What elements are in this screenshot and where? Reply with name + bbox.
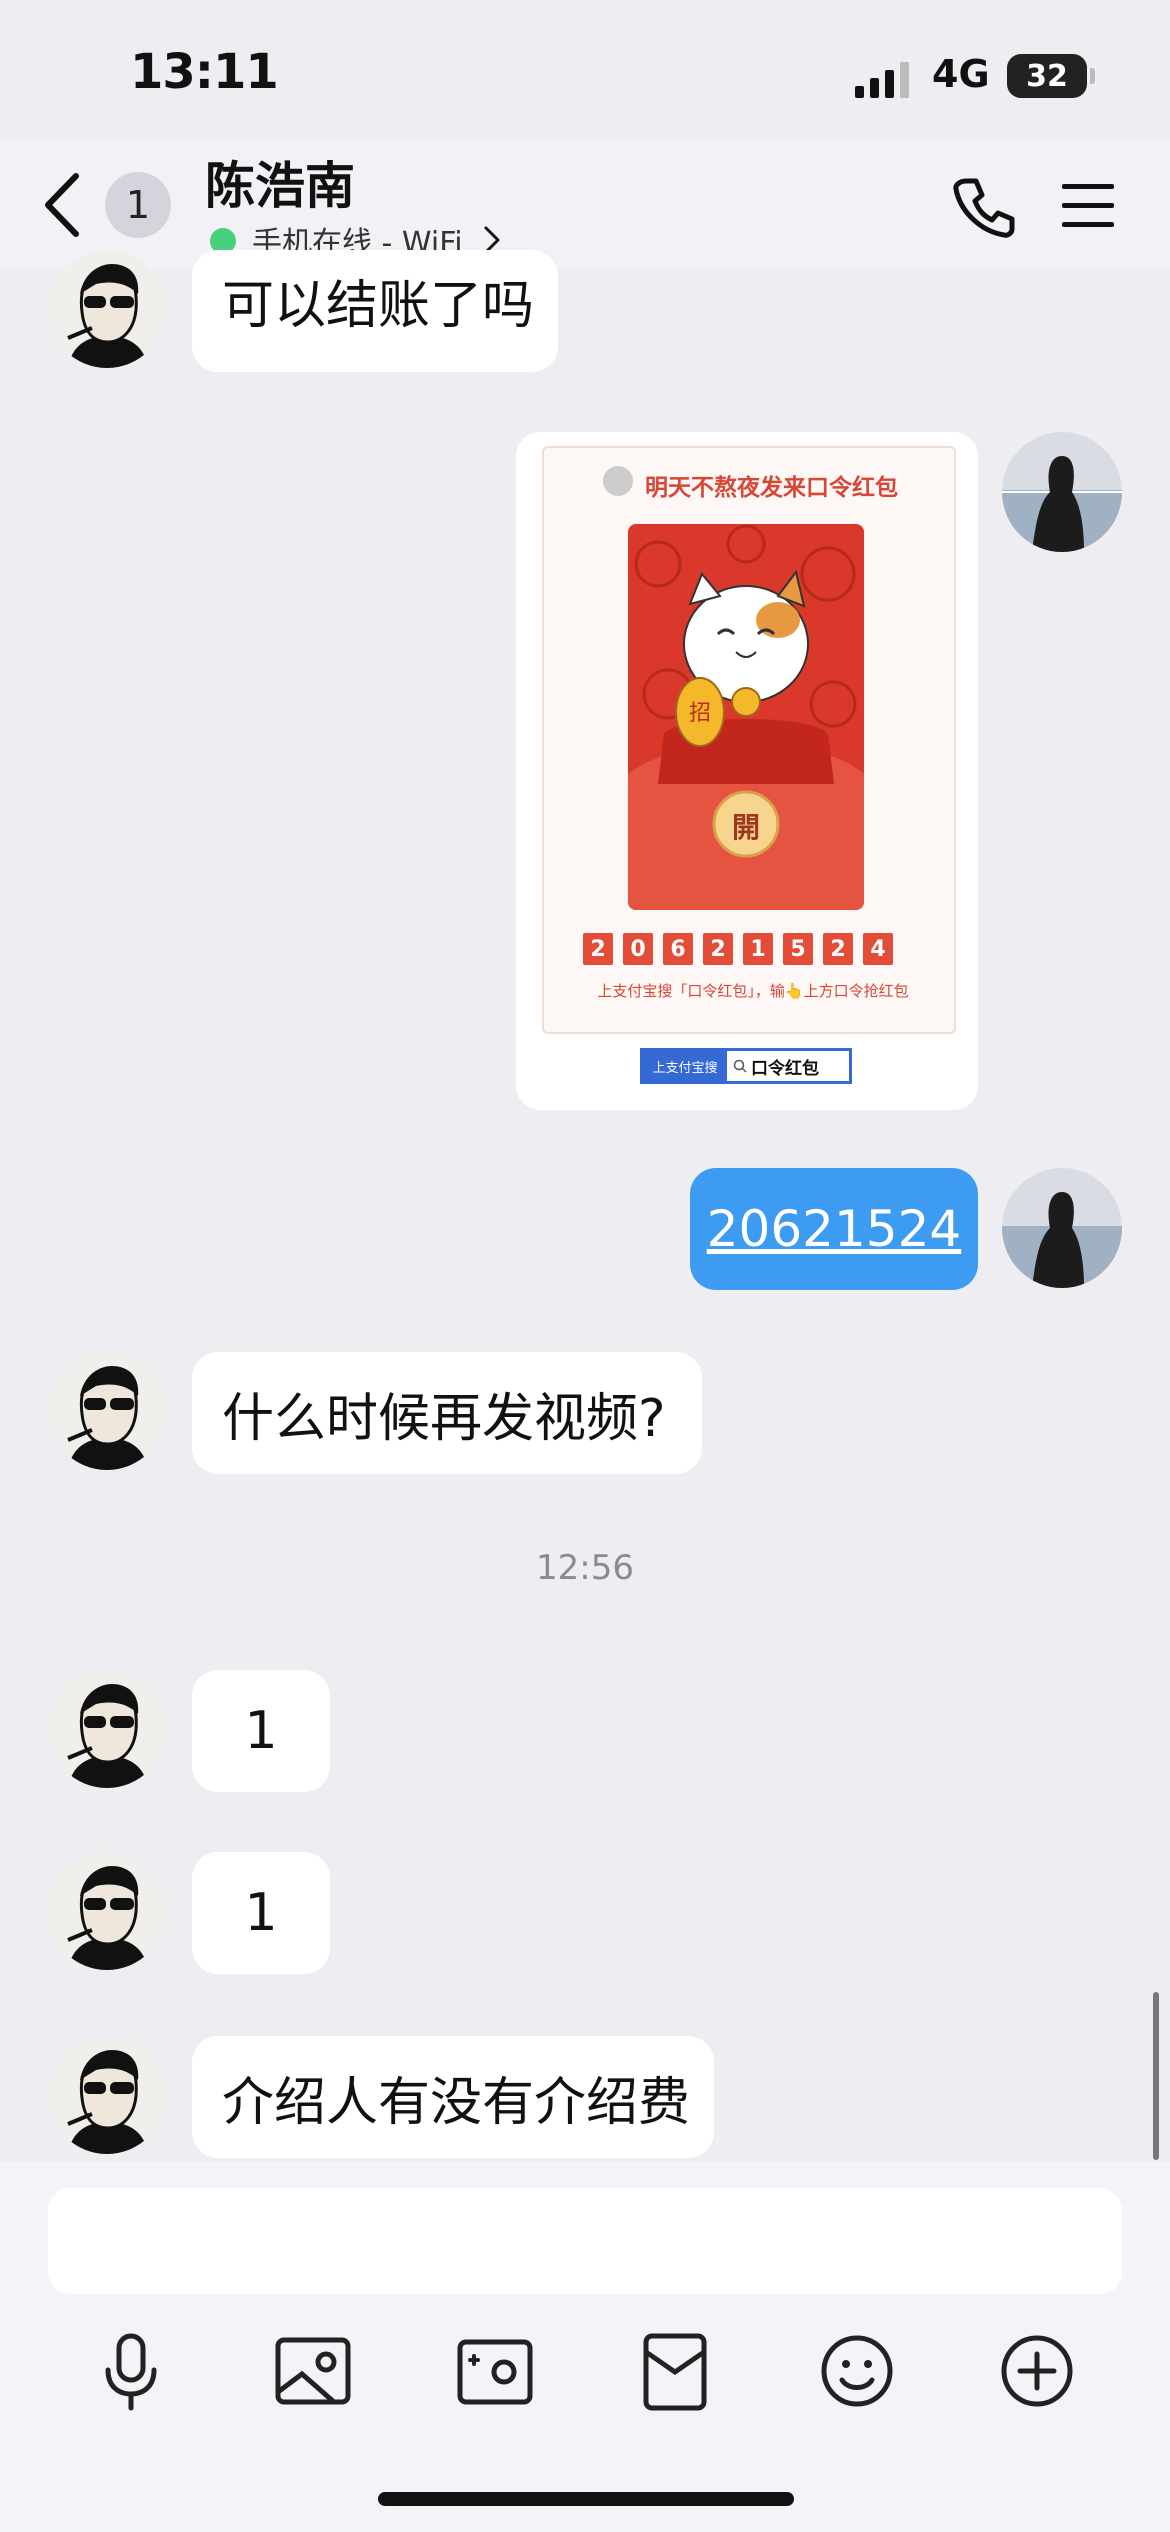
search-term-text: 口令红包 (751, 1058, 819, 1079)
unread-badge[interactable]: 1 (105, 172, 171, 238)
battery-icon: 32 (1007, 54, 1087, 98)
time-divider: 12:56 (536, 1548, 634, 1588)
home-indicator[interactable] (378, 2492, 794, 2506)
menu-icon[interactable] (1060, 182, 1116, 230)
lucky-cat-envelope: 招 開 (628, 524, 864, 910)
code-digit: 0 (623, 933, 653, 965)
envelope-search-box: 上支付宝搜 口令红包 (640, 1048, 852, 1084)
code-digits: 2 0 6 2 1 5 2 4 (583, 933, 893, 965)
message-bubble[interactable]: 20621524 (690, 1168, 978, 1290)
network-type: 4G (932, 52, 990, 96)
search-box-label: 上支付宝搜 (643, 1051, 727, 1081)
message-text: 1 (244, 1883, 278, 1943)
contact-avatar[interactable] (48, 1852, 166, 1970)
envelope-instruction: 上支付宝搜「口令红包」，输👆上方口令抢红包 (597, 982, 909, 1000)
battery-level: 32 (1026, 58, 1068, 94)
code-digit: 4 (863, 933, 893, 965)
svg-text:招: 招 (689, 701, 711, 726)
message-bubble[interactable]: 可以结账了吗 (192, 250, 558, 372)
message-text: 什么时候再发视频? (222, 1388, 666, 1449)
contact-avatar[interactable] (48, 1352, 166, 1470)
envelope-seal: 開 (731, 811, 760, 844)
code-digit: 5 (783, 933, 813, 965)
message-bubble[interactable]: 什么时候再发视频? (192, 1352, 702, 1474)
mic-icon[interactable] (86, 2326, 176, 2416)
message-text: 可以结账了吗 (222, 276, 535, 336)
battery-cap (1090, 68, 1095, 84)
code-digit: 2 (703, 933, 733, 965)
search-box-term: 口令红包 (727, 1051, 819, 1081)
message-text: 介绍人有没有介绍费 (222, 2072, 691, 2133)
scrollbar[interactable] (1153, 1992, 1159, 2160)
plus-icon[interactable] (992, 2326, 1082, 2416)
code-digit: 1 (743, 933, 773, 965)
red-packet-icon[interactable] (630, 2326, 720, 2416)
status-time: 13:11 (130, 44, 279, 100)
my-avatar[interactable] (1002, 432, 1122, 552)
contact-avatar[interactable] (48, 1670, 166, 1788)
emoji-icon[interactable] (812, 2326, 902, 2416)
code-digit: 2 (823, 933, 853, 965)
code-digit: 6 (663, 933, 693, 965)
message-bubble[interactable]: 1 (192, 1852, 330, 1974)
image-icon[interactable] (268, 2326, 358, 2416)
code-digit: 2 (583, 933, 613, 965)
contact-avatar[interactable] (48, 250, 166, 368)
message-text: 1 (244, 1701, 278, 1761)
message-bubble[interactable]: 介绍人有没有介绍费 (192, 2036, 714, 2158)
search-icon (733, 1059, 747, 1073)
phone-icon[interactable] (952, 175, 1016, 239)
contact-avatar[interactable] (48, 2036, 166, 2154)
contact-name[interactable]: 陈浩南 (205, 146, 355, 218)
signal-icon (855, 62, 909, 98)
camera-icon[interactable] (450, 2326, 540, 2416)
message-input[interactable] (48, 2188, 1122, 2294)
envelope-title: 明天不熬夜发来口令红包 (645, 475, 898, 501)
user-icon (603, 466, 633, 496)
my-avatar[interactable] (1002, 1168, 1122, 1288)
back-icon[interactable] (40, 170, 84, 240)
message-link[interactable]: 20621524 (707, 1200, 962, 1258)
message-bubble[interactable]: 1 (192, 1670, 330, 1792)
